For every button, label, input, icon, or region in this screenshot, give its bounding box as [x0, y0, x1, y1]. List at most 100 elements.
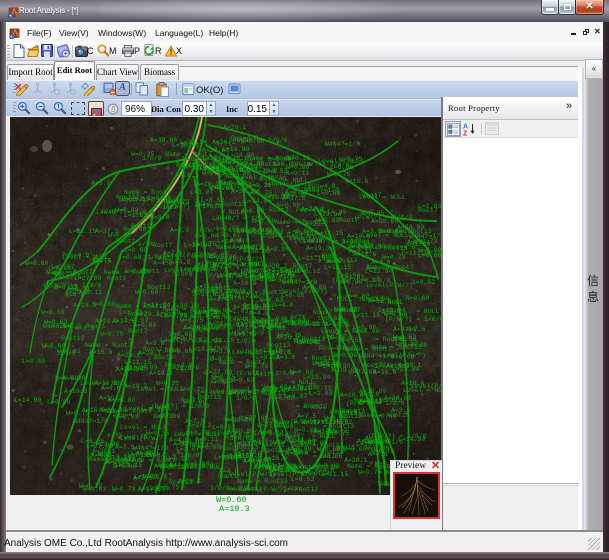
svg-text:W4N4?=1/0: W4N4?=1/0 [325, 141, 360, 148]
svg-text:(P/W/?) = 1/0/0: (P/W/?) = 1/0/0 [151, 403, 210, 410]
svg-text:W4N4?=1/0: W4N4?=1/0 [73, 418, 108, 425]
svg-text:A=20.2: A=20.2 [305, 221, 329, 228]
svg-text:A: A [463, 124, 468, 131]
svg-text:A=20.2: A=20.2 [65, 289, 89, 296]
svg-text:W=0.75: W=0.75 [245, 363, 269, 370]
svg-text:A=38.80: A=38.80 [384, 395, 411, 402]
svg-text:L=1.03: L=1.03 [131, 450, 155, 457]
svg-text:Root7: Root7 [418, 207, 438, 214]
svg-text:L=6.66: L=6.66 [81, 438, 105, 445]
svg-text:L=6.66: L=6.66 [353, 324, 377, 331]
svg-text:L=14.90: L=14.90 [319, 209, 346, 216]
svg-text:#/?%: #/?% [334, 322, 350, 329]
svg-text:L=11.15: L=11.15 [122, 196, 149, 203]
svg-text:Root7: Root7 [362, 192, 382, 199]
svg-text:Name = Root13: Name = Root13 [359, 412, 410, 419]
svg-text:Root13: Root13 [267, 342, 291, 349]
svg-text:Name = Root7: Name = Root7 [46, 269, 93, 276]
svg-text:(P/W/?) = 1/0/0: (P/W/?) = 1/0/0 [236, 370, 295, 377]
svg-text:L=1.03: L=1.03 [359, 399, 383, 406]
svg-text:L=27.09: L=27.09 [205, 369, 232, 376]
svg-text:Name = Root13: Name = Root13 [265, 464, 316, 471]
svg-text:Pos=4.8: Pos=4.8 [263, 233, 290, 240]
svg-text:W=0.00: W=0.00 [108, 232, 132, 239]
svg-text:Level(P/W/?): Level(P/W/?) [120, 435, 167, 442]
svg-text:A=38.80: A=38.80 [359, 388, 386, 395]
svg-text:L=8.52: L=8.52 [412, 279, 436, 286]
svg-text:L=8.52: L=8.52 [318, 315, 342, 322]
svg-text:W4N4?=1/0: W4N4?=1/0 [208, 167, 243, 174]
svg-text:W=8.63: W=8.63 [231, 377, 255, 384]
svg-text:A=20.1: A=20.1 [223, 124, 247, 131]
svg-text:Name = Root7: Name = Root7 [367, 264, 414, 271]
svg-text:W=0.60: W=0.60 [41, 309, 65, 316]
svg-text:W=0.35: W=0.35 [131, 151, 155, 158]
svg-text:Pos=4.8: Pos=4.8 [231, 135, 258, 142]
svg-text:W4N4?=1/0: W4N4?=1/0 [359, 353, 394, 360]
svg-text:Pos=4.8: Pos=4.8 [163, 259, 190, 266]
svg-text:1/0/0: 1/0/0 [154, 413, 174, 420]
svg-text:Level(P/W/?): Level(P/W/?) [160, 337, 207, 344]
svg-text:W=0.73: W=0.73 [166, 199, 190, 206]
svg-text:L=0.60: L=0.60 [254, 323, 278, 330]
svg-text:Root1: Root1 [116, 238, 136, 245]
svg-text:Level(P/W/?): Level(P/W/?) [281, 288, 328, 295]
svg-text:L=14.90: L=14.90 [14, 397, 41, 404]
svg-text:(P/W/?) = 1/0/0: (P/W/?) = 1/0/0 [214, 430, 273, 437]
svg-text:Root1: Root1 [107, 275, 127, 282]
svg-text:A=0.00: A=0.00 [133, 322, 157, 329]
svg-text:W=0.00: W=0.00 [195, 233, 219, 240]
svg-text:A=19.3: A=19.3 [94, 380, 118, 387]
svg-text:A=20.1: A=20.1 [117, 352, 141, 359]
svg-text:W=0.35: W=0.35 [234, 262, 258, 269]
svg-text:A=38.80: A=38.80 [150, 137, 177, 144]
svg-text:A=38.80: A=38.80 [231, 188, 258, 195]
svg-text:Level = NULL: Level = NULL [62, 254, 109, 261]
svg-text:Level(P/W/?): Level(P/W/?) [180, 266, 227, 273]
svg-text:A=20.1: A=20.1 [138, 350, 162, 357]
svg-text:Root13: Root13 [235, 444, 259, 451]
svg-text:W4N4?=1/0: W4N4?=1/0 [229, 330, 264, 337]
svg-text:N=0.60: N=0.60 [334, 306, 358, 313]
svg-text:L=27.09: L=27.09 [262, 387, 289, 394]
svg-text:L=13.94: L=13.94 [362, 296, 389, 303]
svg-text:A=19.3: A=19.3 [149, 370, 173, 377]
svg-text:L4W4N/? = 1/0/0: L4W4N/? = 1/0/0 [212, 215, 271, 222]
svg-text:Root13: Root13 [314, 464, 338, 471]
svg-text:A=20.2: A=20.2 [175, 172, 199, 179]
svg-text:A=20.1: A=20.1 [407, 239, 431, 246]
svg-text:A=3.0: A=3.0 [395, 228, 415, 235]
svg-text:L=14.90: L=14.90 [184, 242, 211, 249]
svg-text:1/0/0: 1/0/0 [191, 327, 211, 334]
svg-text:W=0.00: W=0.00 [166, 456, 190, 463]
svg-text:A=19.3: A=19.3 [99, 395, 123, 402]
svg-text:W=0.75: W=0.75 [327, 171, 351, 178]
svg-text:W=0.60: W=0.60 [290, 369, 314, 376]
svg-text:A=4.6: A=4.6 [230, 237, 250, 244]
svg-text:#/?%: #/?% [262, 418, 278, 425]
svg-text:A=7.5: A=7.5 [185, 418, 205, 425]
svg-text:A=3.0: A=3.0 [91, 180, 111, 187]
svg-text:A=16.6: A=16.6 [238, 452, 262, 459]
svg-text:L=1.03: L=1.03 [225, 308, 249, 315]
svg-text:W=0.60: W=0.60 [169, 348, 193, 355]
svg-text:= Root13: = Root13 [351, 244, 382, 251]
svg-text:#/?%: #/?% [313, 419, 329, 426]
svg-text:L=1.03: L=1.03 [309, 390, 333, 397]
svg-text:W=0.35: W=0.35 [334, 352, 358, 359]
svg-text:Level = NULL: Level = NULL [403, 387, 441, 394]
svg-text:L=13.94: L=13.94 [143, 302, 170, 309]
svg-text:W=0.75: W=0.75 [66, 410, 90, 417]
svg-text:Root7: Root7 [128, 328, 148, 335]
svg-text:Z: Z [463, 131, 468, 137]
svg-text:W=8.63: W=8.63 [83, 486, 107, 493]
svg-text:A=16.6: A=16.6 [218, 295, 242, 302]
svg-text:L=1.03: L=1.03 [134, 473, 158, 480]
svg-text:L=11.15: L=11.15 [316, 230, 343, 237]
svg-text:Root13: Root13 [61, 335, 85, 342]
svg-text:L=0.60: L=0.60 [124, 247, 148, 254]
svg-text:L=1.03: L=1.03 [124, 212, 148, 219]
svg-text:W=0.60: W=0.60 [42, 343, 66, 350]
svg-text:A=3.0: A=3.0 [249, 438, 269, 445]
svg-text:A=20.1: A=20.1 [92, 448, 116, 455]
